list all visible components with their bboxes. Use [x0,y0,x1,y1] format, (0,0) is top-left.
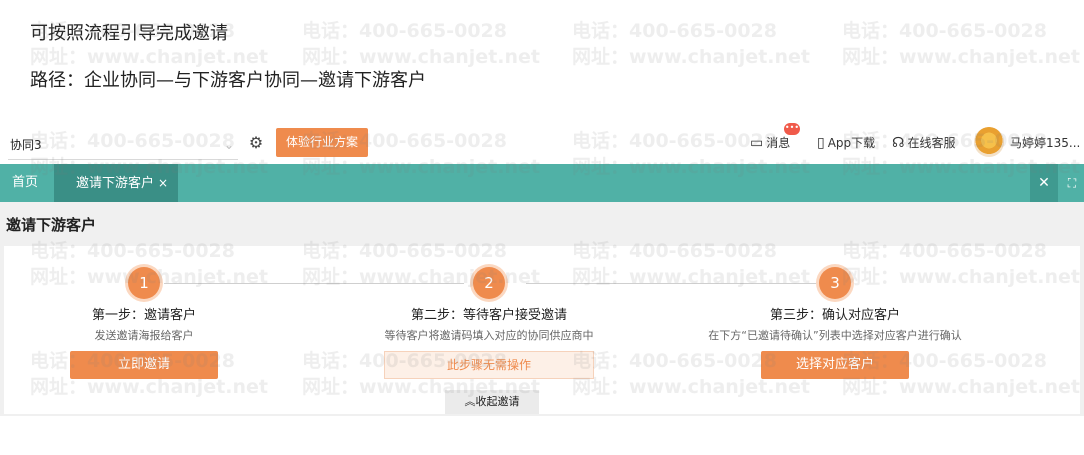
tab-bar: 首页 邀请下游客户 × ✕ ⛶ [0,164,1084,202]
step-connector [164,283,464,284]
invite-now-button[interactable]: 立即邀请 [70,351,218,379]
online-service-button[interactable]: ☊ 在线客服 [892,133,955,153]
watermark: 电话：400-665-0028网址：www.chanjet.net [572,20,810,68]
instruction-caption: 可按照流程引导完成邀请 路径：企业协同—与下游客户协同—邀请下游客户 [30,22,426,93]
industry-solution-button[interactable]: 体验行业方案 [276,128,368,157]
app-download-label: App下载 [827,136,876,150]
collapse-invite-button[interactable]: ︽收起邀请 [445,390,539,414]
online-service-label: 在线客服 [907,136,956,150]
watermark: 电话：400-665-0028网址：www.chanjet.net [842,20,1080,68]
fullscreen-icon[interactable]: ⛶ [1060,164,1084,202]
step-3-desc: 在下方“已邀请待确认”列表中选择对应客户进行确认 [708,329,962,342]
main-content: 邀请下游客户 1 第一步：邀请客户 发送邀请海报给客户 立即邀请 2 第二步：等… [0,202,1084,455]
invite-steps-card: 1 第一步：邀请客户 发送邀请海报给客户 立即邀请 2 第二步：等待客户接受邀请… [4,246,1080,414]
tab-home[interactable]: 首页 [12,164,38,202]
collapse-invite-label: 收起邀请 [475,395,520,408]
caption-line-2: 路径：企业协同—与下游客户协同—邀请下游客户 [30,70,426,91]
list-area [0,416,1084,455]
step-2-title: 第二步：等待客户接受邀请 [410,308,567,323]
step-1-title: 第一步：邀请客户 [91,308,196,323]
tab-invite-downstream[interactable]: 邀请下游客户 × [54,164,178,202]
close-icon[interactable]: × [158,176,168,190]
chevron-down-icon: ⌄ [223,138,234,152]
caption-line-1: 可按照流程引导完成邀请 [30,23,228,44]
message-badge: ••• [784,123,800,135]
page-title: 邀请下游客户 [6,216,97,234]
org-select[interactable]: 协同3 ⌄ [8,132,238,160]
step-3-number: 3 [819,267,851,299]
tab-invite-downstream-label: 邀请下游客户 [76,176,155,191]
top-toolbar: 协同3 ⌄ ⚙ 体验行业方案 ▭ 消息 ••• ▯ App下载 ☊ 在线客服 马婷婷1… [0,123,1084,164]
app-window: 可按照流程引导完成邀请 路径：企业协同—与下游客户协同—邀请下游客户 协同3 ⌄… [0,0,1084,455]
messages-label: 消息 [766,136,791,150]
step-2-number: 2 [473,267,505,299]
avatar[interactable] [974,127,1004,157]
step-3-title: 第三步：确认对应客户 [769,308,900,323]
gear-icon[interactable]: ⚙ [246,133,266,153]
double-chevron-up-icon: ︽ [464,395,476,408]
no-action-needed-note: 此步骤无需操作 [384,351,594,379]
org-select-value: 协同3 [10,138,42,152]
phone-icon: ▯ [817,135,825,151]
step-connector [526,283,818,284]
step-1-number: 1 [128,267,160,299]
headset-icon: ☊ [892,135,905,151]
messages-button[interactable]: ▭ 消息 [750,133,790,153]
select-customer-button[interactable]: 选择对应客户 [761,351,909,379]
step-1-desc: 发送邀请海报给客户 [94,329,194,342]
close-all-tabs-button[interactable]: ✕ [1030,164,1058,202]
user-name[interactable]: 马婷婷135... [1010,133,1080,153]
step-2-desc: 等待客户将邀请码填入对应的协同供应商中 [384,329,594,342]
message-icon: ▭ [750,135,764,151]
app-download-button[interactable]: ▯ App下载 [817,133,875,153]
